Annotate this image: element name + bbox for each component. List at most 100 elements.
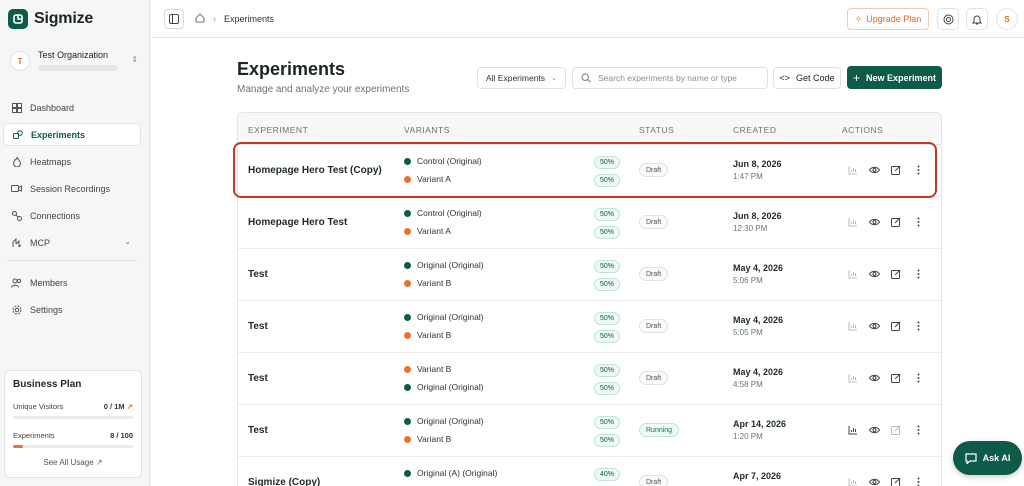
more-options-button[interactable] xyxy=(912,476,924,486)
preview-button[interactable] xyxy=(868,268,880,280)
experiment-filter-select[interactable]: All Experiments ⌄ xyxy=(477,67,566,89)
table-row[interactable]: Test Original (Original) 50% Variant B 50% Dr… xyxy=(238,249,941,301)
topbar: › Experiments ✧ Upgrade Plan S xyxy=(151,0,1024,38)
sidebar-item-experiments[interactable]: Experiments xyxy=(3,123,141,146)
more-options-button[interactable] xyxy=(912,320,924,332)
edit-button[interactable] xyxy=(890,372,902,384)
usage-value: 8 / 100 xyxy=(110,431,133,440)
sidebar-item-settings[interactable]: Settings xyxy=(3,298,141,321)
main-content: Experiments Manage and analyze your expe… xyxy=(151,38,1024,486)
users-icon xyxy=(11,277,22,288)
breadcrumb-current: Experiments xyxy=(224,14,275,24)
usage-bar-experiments xyxy=(13,445,133,448)
preview-button[interactable] xyxy=(868,320,880,332)
bar-chart-icon xyxy=(848,478,857,486)
see-all-usage-link[interactable]: See All Usage ↗ xyxy=(13,458,133,467)
analytics-button[interactable] xyxy=(847,216,859,228)
experiment-name[interactable]: Test xyxy=(248,269,268,280)
upgrade-plan-button[interactable]: ✧ Upgrade Plan xyxy=(847,8,929,30)
more-vertical-icon xyxy=(917,321,919,331)
variant-item: Variant B xyxy=(404,278,451,288)
analytics-button[interactable] xyxy=(847,268,859,280)
bar-chart-icon xyxy=(848,322,857,331)
sidebar-item-label: Experiments xyxy=(31,129,86,140)
variant-dot xyxy=(404,209,411,217)
sidebar-item-mcp[interactable]: MCP ⌄ xyxy=(3,231,141,254)
variant-item: Original (A) (Original) xyxy=(404,468,497,478)
edit-button[interactable] xyxy=(890,216,902,228)
more-options-button[interactable] xyxy=(912,372,924,384)
table-row[interactable]: Sigmize (Copy) Original (A) (Original) 40%… xyxy=(238,457,941,486)
analytics-button[interactable] xyxy=(847,476,859,486)
preview-button[interactable] xyxy=(868,372,880,384)
table-row[interactable]: Test Original (Original) 50% Variant B 50% Dr… xyxy=(238,301,941,353)
user-avatar[interactable]: S xyxy=(996,8,1018,30)
analytics-button[interactable] xyxy=(847,320,859,332)
table-header: EXPERIMENT VARIANTS STATUS CREATED ACTIO… xyxy=(238,113,941,145)
search-field[interactable] xyxy=(572,67,768,89)
variant-item: Original (Original) xyxy=(404,416,484,426)
sidebar-item-dashboard[interactable]: Dashboard xyxy=(3,96,141,119)
table-row[interactable]: Homepage Hero Test Control (Original) 50% V… xyxy=(238,197,941,249)
table-row[interactable]: Test Original (Original) 50% Variant B 50% Ru… xyxy=(238,405,941,457)
experiment-name[interactable]: Test xyxy=(248,373,268,384)
experiment-name[interactable]: Homepage Hero Test xyxy=(248,217,347,228)
trend-icon: ↗ xyxy=(126,402,133,411)
sidebar-item-members[interactable]: Members xyxy=(3,271,141,294)
brand[interactable]: Sigmize xyxy=(0,0,149,30)
edit-button[interactable] xyxy=(890,268,902,280)
ask-ai-button[interactable]: Ask AI xyxy=(953,441,1022,475)
eye-icon xyxy=(868,218,880,226)
column-header: VARIANTS xyxy=(404,125,450,135)
mcp-icon xyxy=(11,237,22,248)
created-time: 5:06 PM xyxy=(733,276,763,285)
home-icon[interactable] xyxy=(195,13,205,25)
sidebar-item-connections[interactable]: Connections xyxy=(3,204,141,227)
created-time: 4:58 PM xyxy=(733,380,763,389)
edit-button[interactable] xyxy=(890,424,902,436)
analytics-button[interactable] xyxy=(847,424,859,436)
support-button[interactable] xyxy=(937,8,959,30)
org-switcher[interactable]: T Test Organization ⇕ xyxy=(6,44,144,78)
sidebar-item-heatmaps[interactable]: Heatmaps xyxy=(3,150,141,173)
more-options-button[interactable] xyxy=(912,216,924,228)
code-icon: <> xyxy=(779,73,790,83)
lifebuoy-icon xyxy=(943,14,953,24)
experiment-name[interactable]: Test xyxy=(248,321,268,332)
search-input[interactable] xyxy=(598,73,758,83)
new-experiment-button[interactable]: + New Experiment xyxy=(847,66,942,89)
sidebar-toggle-button[interactable] xyxy=(164,9,184,29)
preview-button[interactable] xyxy=(868,476,880,486)
analytics-button[interactable] xyxy=(847,372,859,384)
experiment-name[interactable]: Sigmize (Copy) xyxy=(248,477,320,486)
brand-name: Sigmize xyxy=(34,10,94,27)
brand-logo-icon xyxy=(8,9,28,29)
column-header: STATUS xyxy=(639,125,675,135)
table-row[interactable]: Test Variant B 50% Original (Original) 50% Dr… xyxy=(238,353,941,405)
edit-icon xyxy=(891,373,901,383)
preview-button[interactable] xyxy=(868,216,880,228)
usage-bar-visitors xyxy=(13,416,133,419)
variant-item: Variant B xyxy=(404,434,451,444)
preview-button[interactable] xyxy=(868,424,880,436)
usage-label: Unique Visitors xyxy=(13,402,64,411)
created-time: 5:05 PM xyxy=(733,328,763,337)
chat-icon xyxy=(965,452,977,464)
variant-item: Variant B xyxy=(404,364,451,374)
traffic-badge: 50% xyxy=(594,312,620,325)
experiment-name[interactable]: Test xyxy=(248,425,268,436)
created-date: May 4, 2026 xyxy=(733,367,784,377)
edit-button[interactable] xyxy=(890,320,902,332)
created-date: Jun 8, 2026 xyxy=(733,211,782,221)
get-code-button[interactable]: <> Get Code xyxy=(773,67,841,89)
edit-button[interactable] xyxy=(890,476,902,486)
created-time: 1:20 PM xyxy=(733,432,763,441)
notifications-button[interactable] xyxy=(966,8,988,30)
sidebar-item-session-recordings[interactable]: Session Recordings xyxy=(3,177,141,200)
more-options-button[interactable] xyxy=(912,268,924,280)
breadcrumb: › Experiments xyxy=(195,13,274,25)
more-options-button[interactable] xyxy=(912,424,924,436)
chevron-down-icon: ⌄ xyxy=(551,75,557,82)
variant-dot xyxy=(404,261,411,269)
status-badge: Running xyxy=(639,423,680,437)
